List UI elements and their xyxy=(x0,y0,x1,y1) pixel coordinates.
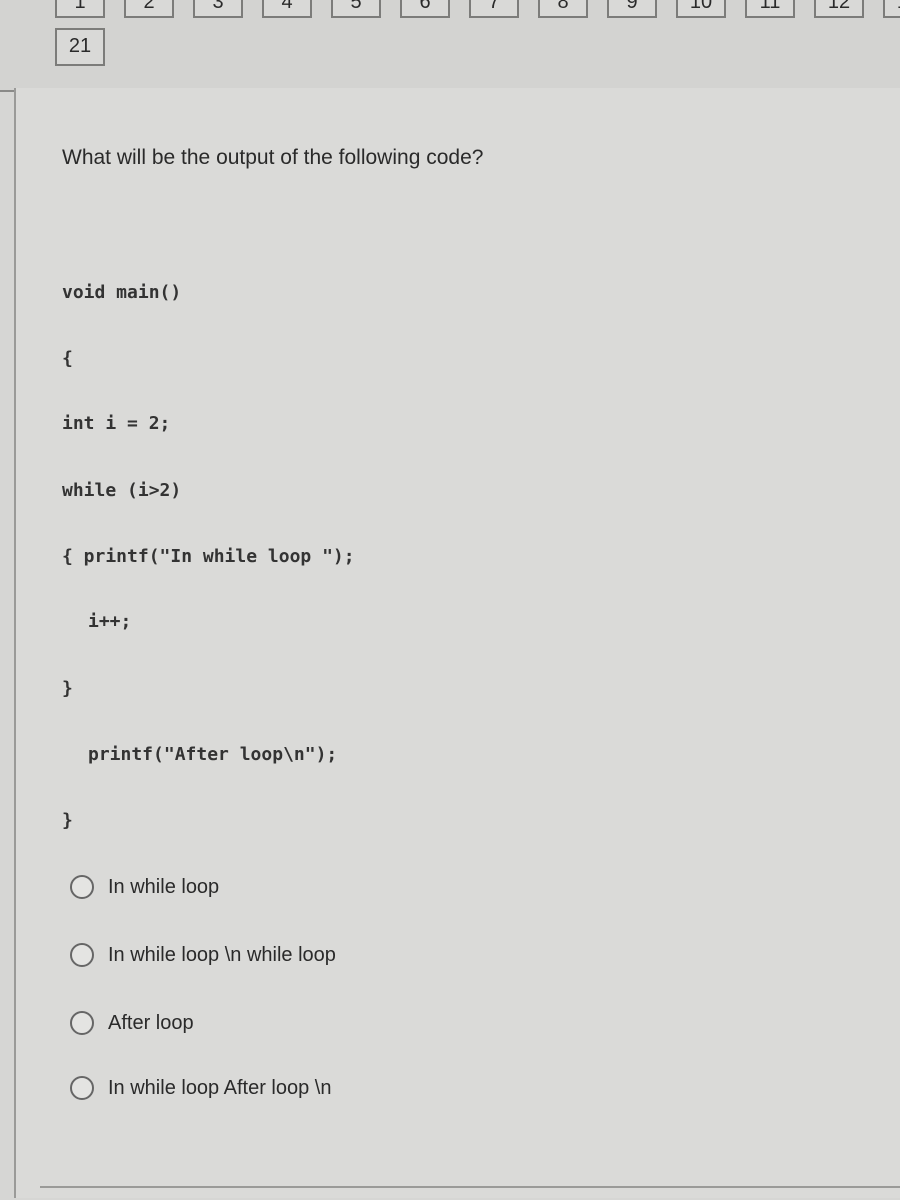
question-button-10[interactable]: 10 xyxy=(676,0,726,18)
question-button-2[interactable]: 2 xyxy=(124,0,174,18)
radio-button[interactable] xyxy=(70,875,94,899)
option-label: In while loop xyxy=(108,875,220,898)
question-navigator: 12345678910111213 xyxy=(0,0,900,92)
divider xyxy=(40,1186,900,1188)
question-button-3[interactable]: 3 xyxy=(193,0,243,18)
question-button-21[interactable]: 21 xyxy=(55,28,105,66)
option-label: In while loop \n while loop xyxy=(108,943,336,966)
code-line: void main() xyxy=(62,282,182,303)
question-text: What will be the output of the following… xyxy=(62,146,484,169)
code-line: { printf("In while loop "); xyxy=(62,546,355,567)
question-button-5[interactable]: 5 xyxy=(331,0,381,18)
question-button-1[interactable]: 1 xyxy=(55,0,105,18)
question-button-6[interactable]: 6 xyxy=(400,0,450,18)
option-3[interactable]: After loop xyxy=(70,1011,194,1035)
code-line: int i = 2; xyxy=(62,413,171,434)
question-button-12[interactable]: 12 xyxy=(814,0,864,18)
question-button-8[interactable]: 8 xyxy=(538,0,588,18)
code-line: printf("After loop\n"); xyxy=(88,744,338,765)
question-button-13[interactable]: 13 xyxy=(883,0,900,18)
question-button-4[interactable]: 4 xyxy=(262,0,312,18)
radio-button[interactable] xyxy=(70,1076,94,1100)
code-line: i++; xyxy=(88,611,132,632)
question-button-9[interactable]: 9 xyxy=(607,0,657,18)
question-button-11[interactable]: 11 xyxy=(745,0,795,18)
question-button-7[interactable]: 7 xyxy=(469,0,519,18)
option-4[interactable]: In while loop After loop \n xyxy=(70,1076,331,1100)
code-line: while (i>2) xyxy=(62,480,182,501)
option-label: After loop xyxy=(108,1011,194,1034)
code-line: } xyxy=(62,810,73,831)
option-1[interactable]: In while loop xyxy=(70,875,219,899)
option-2[interactable]: In while loop \n while loop xyxy=(70,943,336,967)
radio-button[interactable] xyxy=(70,943,94,967)
code-line: } xyxy=(62,678,73,699)
radio-button[interactable] xyxy=(70,1011,94,1035)
option-label: In while loop After loop \n xyxy=(108,1076,332,1099)
code-line: { xyxy=(62,348,73,369)
